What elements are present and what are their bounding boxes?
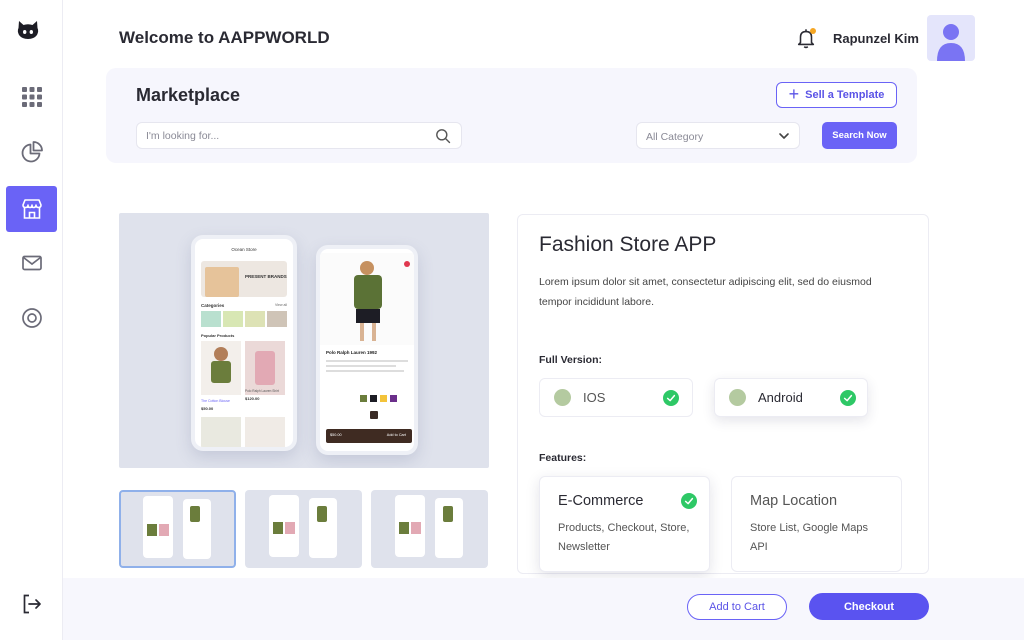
logout-button[interactable]	[6, 581, 57, 627]
phone-categories-label: Categories	[201, 303, 225, 308]
chevron-down-icon	[779, 133, 789, 139]
product-title: Fashion Store APP	[539, 233, 717, 256]
category-value: All Category	[646, 131, 704, 143]
phone-product2-price: $120.00	[245, 396, 260, 401]
phone-banner-text: PRESENT BRANDS	[245, 274, 287, 279]
sell-template-button[interactable]: + Sell a Template	[776, 82, 897, 108]
avatar[interactable]	[927, 15, 975, 61]
page-title: Welcome to AAPPWORLD	[119, 28, 330, 47]
notification-dot	[810, 28, 816, 34]
full-version-label: Full Version:	[539, 354, 603, 366]
settings-circle-icon	[21, 308, 42, 328]
feature-title: Map Location	[750, 493, 838, 509]
category-select[interactable]: All Category	[636, 122, 800, 149]
logout-icon	[23, 594, 41, 614]
check-icon	[681, 493, 697, 509]
app-preview-image: Ocean Store PRESENT BRANDS Categories Vi…	[119, 213, 489, 468]
phone-store-name: Ocean Store	[231, 247, 257, 252]
user-name[interactable]: Rapunzel Kim	[833, 31, 919, 46]
github-cat-logo-icon[interactable]	[16, 18, 40, 42]
checkout-button[interactable]: Checkout	[809, 593, 929, 620]
preview-thumbnail-2[interactable]	[245, 490, 362, 568]
sidebar-item-marketplace[interactable]	[6, 186, 57, 232]
version-option-ios[interactable]: IOS	[539, 378, 693, 417]
preview-thumbnail-1[interactable]	[119, 490, 236, 568]
phone-price: $50.00	[330, 433, 342, 437]
marketplace-title: Marketplace	[136, 85, 241, 105]
plus-icon: +	[788, 84, 800, 104]
mail-icon	[21, 255, 42, 271]
version-option-android[interactable]: Android	[714, 378, 868, 417]
feature-description: Products, Checkout, Store, Newsletter	[558, 522, 690, 553]
feature-title: E-Commerce	[558, 493, 644, 509]
feature-description: Store List, Google Maps API	[750, 522, 869, 553]
store-icon	[21, 199, 42, 219]
search-now-button[interactable]: Search Now	[822, 122, 897, 149]
pie-chart-icon	[21, 141, 43, 163]
phone-banner: PRESENT BRANDS	[201, 261, 287, 297]
add-to-cart-button[interactable]: Add to Cart	[687, 594, 787, 620]
feature-option-ecommerce[interactable]: E-Commerce Products, Checkout, Store, Ne…	[539, 476, 710, 572]
phone-popular-label: Popular Products	[201, 333, 235, 338]
search-input[interactable]	[146, 128, 416, 144]
check-icon	[663, 390, 679, 406]
phone-product-title: Polo Ralph Lauren 1992	[326, 350, 378, 355]
sidebar-item-dashboard[interactable]	[6, 74, 57, 120]
preview-thumbnail-3[interactable]	[371, 490, 488, 568]
phone-product-price: $50.00	[201, 406, 214, 411]
platform-dot	[554, 389, 571, 406]
sell-template-label: Sell a Template	[805, 89, 885, 101]
phone-add-to-cart: Add to Cart	[386, 433, 406, 437]
sidebar	[0, 0, 63, 640]
sidebar-item-settings[interactable]	[6, 295, 57, 341]
features-label: Features:	[539, 452, 587, 464]
product-description: Lorem ipsum dolor sit amet, consectetur …	[539, 276, 872, 308]
phone-product-name: The Cotton Blouse	[201, 399, 230, 403]
search-icon[interactable]	[435, 128, 451, 144]
sidebar-item-messages[interactable]	[6, 240, 57, 286]
phone-view-all: View all	[275, 303, 287, 307]
phone-mockup-product: Polo Ralph Lauren 1992 $50.00 Add to Car…	[316, 245, 418, 455]
platform-dot	[729, 389, 746, 406]
phone-product2-name: Polo Ralph Lauren Shirt	[245, 389, 279, 393]
sidebar-item-analytics[interactable]	[6, 129, 57, 175]
phone-mockup-home: Ocean Store PRESENT BRANDS Categories Vi…	[191, 235, 297, 451]
search-box	[136, 122, 462, 149]
version-label-android: Android	[758, 390, 803, 405]
check-icon	[840, 390, 856, 406]
feature-option-map-location[interactable]: Map Location Store List, Google Maps API	[731, 476, 902, 572]
user-avatar-icon	[937, 24, 965, 61]
version-label-ios: IOS	[583, 390, 606, 405]
grid-icon	[21, 87, 42, 107]
